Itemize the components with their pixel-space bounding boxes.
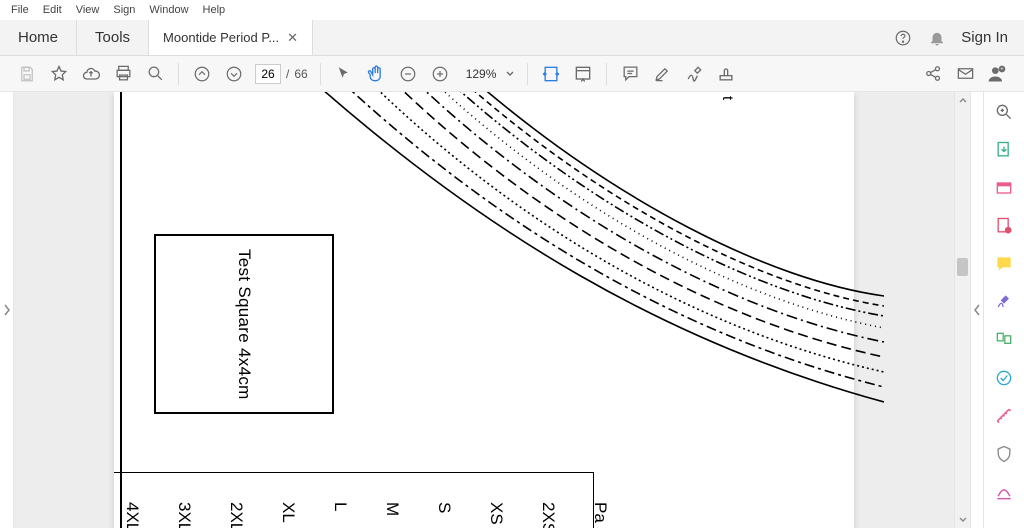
test-square-label: Test Square 4x4cm: [234, 249, 254, 400]
cloud-upload-icon[interactable]: [80, 63, 102, 85]
menu-window[interactable]: Window: [142, 2, 195, 18]
help-icon[interactable]: [893, 28, 913, 48]
chevron-down-icon: [505, 69, 515, 79]
hand-icon[interactable]: [365, 63, 387, 85]
menu-help[interactable]: Help: [196, 2, 233, 18]
search-minus-icon[interactable]: [144, 63, 166, 85]
edit-pdf-icon[interactable]: +: [992, 214, 1016, 238]
scroll-down-icon[interactable]: [955, 512, 970, 528]
share-icon[interactable]: [922, 63, 944, 85]
sign-in-link[interactable]: Sign In: [961, 29, 1008, 46]
test-square: Test Square 4x4cm: [154, 234, 334, 414]
menu-view[interactable]: View: [69, 2, 107, 18]
toolbar: / 66 129% +: [0, 56, 1024, 92]
star-icon[interactable]: [48, 63, 70, 85]
size-4xl: 4XL: [122, 502, 142, 528]
more-tools-icon[interactable]: [992, 480, 1016, 504]
page-indicator: / 66: [255, 64, 308, 84]
organize-icon[interactable]: [992, 328, 1016, 352]
tab-document[interactable]: Moontide Period P... ✕: [149, 20, 313, 55]
export-pdf-icon[interactable]: [992, 138, 1016, 162]
select-icon[interactable]: [333, 63, 355, 85]
vertical-scrollbar[interactable]: [954, 92, 970, 528]
tab-bar: Home Tools Moontide Period P... ✕ Sign I…: [0, 20, 1024, 56]
tab-tools[interactable]: Tools: [77, 20, 149, 55]
send-review-icon[interactable]: [992, 366, 1016, 390]
left-panel-toggle[interactable]: [0, 92, 14, 528]
page-up-icon[interactable]: [191, 63, 213, 85]
page-crop-line-left: [120, 92, 122, 528]
menu-bar: File Edit View Sign Window Help: [0, 0, 1024, 20]
comment-panel-icon[interactable]: [992, 252, 1016, 276]
pdf-page: t Te: [114, 92, 854, 528]
page-sep: /: [286, 67, 289, 81]
comment-icon[interactable]: [619, 63, 641, 85]
page-total: 66: [294, 67, 307, 81]
chevron-right-icon: [3, 304, 11, 316]
zoom-out-icon[interactable]: [397, 63, 419, 85]
size-3xl: 3XL: [174, 502, 194, 528]
fit-width-icon[interactable]: [540, 63, 562, 85]
zoom-value: 129%: [461, 64, 502, 84]
stamp-icon[interactable]: [715, 63, 737, 85]
size-m: M: [382, 502, 402, 528]
document-viewport[interactable]: t Te: [14, 92, 954, 528]
zoom-dropdown[interactable]: 129%: [461, 64, 516, 84]
svg-text:+: +: [1001, 66, 1004, 72]
mail-icon[interactable]: [954, 63, 976, 85]
right-panel-toggle[interactable]: [970, 92, 984, 528]
close-tab-button[interactable]: ✕: [287, 30, 298, 46]
scroll-up-icon[interactable]: [955, 92, 970, 108]
pattern-curves: [284, 92, 884, 462]
size-xs: XS: [486, 502, 506, 528]
highlight-icon[interactable]: [651, 63, 673, 85]
size-2xl: 2XL: [226, 502, 246, 528]
zoom-in-icon[interactable]: [429, 63, 451, 85]
size-2xs: 2XS: [538, 502, 558, 528]
add-user-icon[interactable]: +: [986, 63, 1008, 85]
size-l: L: [330, 502, 350, 528]
print-icon[interactable]: [112, 63, 134, 85]
menu-sign[interactable]: Sign: [106, 2, 142, 18]
menu-edit[interactable]: Edit: [36, 2, 69, 18]
right-tools-panel: +: [984, 92, 1024, 528]
page-down-icon[interactable]: [223, 63, 245, 85]
bell-icon[interactable]: [927, 28, 947, 48]
protect-icon[interactable]: [992, 442, 1016, 466]
create-pdf-icon[interactable]: [992, 176, 1016, 200]
page-current-input[interactable]: [255, 64, 281, 84]
svg-text:+: +: [1007, 228, 1010, 234]
read-mode-icon[interactable]: [572, 63, 594, 85]
size-xl: XL: [278, 502, 298, 528]
tab-document-label: Moontide Period P...: [163, 30, 279, 45]
scroll-thumb[interactable]: [957, 258, 968, 276]
size-s: S: [434, 502, 454, 528]
tab-home[interactable]: Home: [0, 20, 77, 55]
measure-icon[interactable]: [992, 404, 1016, 428]
sign-icon[interactable]: [683, 63, 705, 85]
size-pattern-label: Pa: [590, 502, 610, 528]
menu-file[interactable]: File: [4, 2, 36, 18]
search-icon[interactable]: [992, 100, 1016, 124]
save-icon[interactable]: [16, 63, 38, 85]
main-area: t Te: [0, 92, 1024, 528]
size-labels: Pa 2XS XS S M L XL 2XL 3XL 4XL: [122, 502, 610, 528]
chevron-left-icon: [973, 304, 981, 316]
fill-sign-icon[interactable]: [992, 290, 1016, 314]
